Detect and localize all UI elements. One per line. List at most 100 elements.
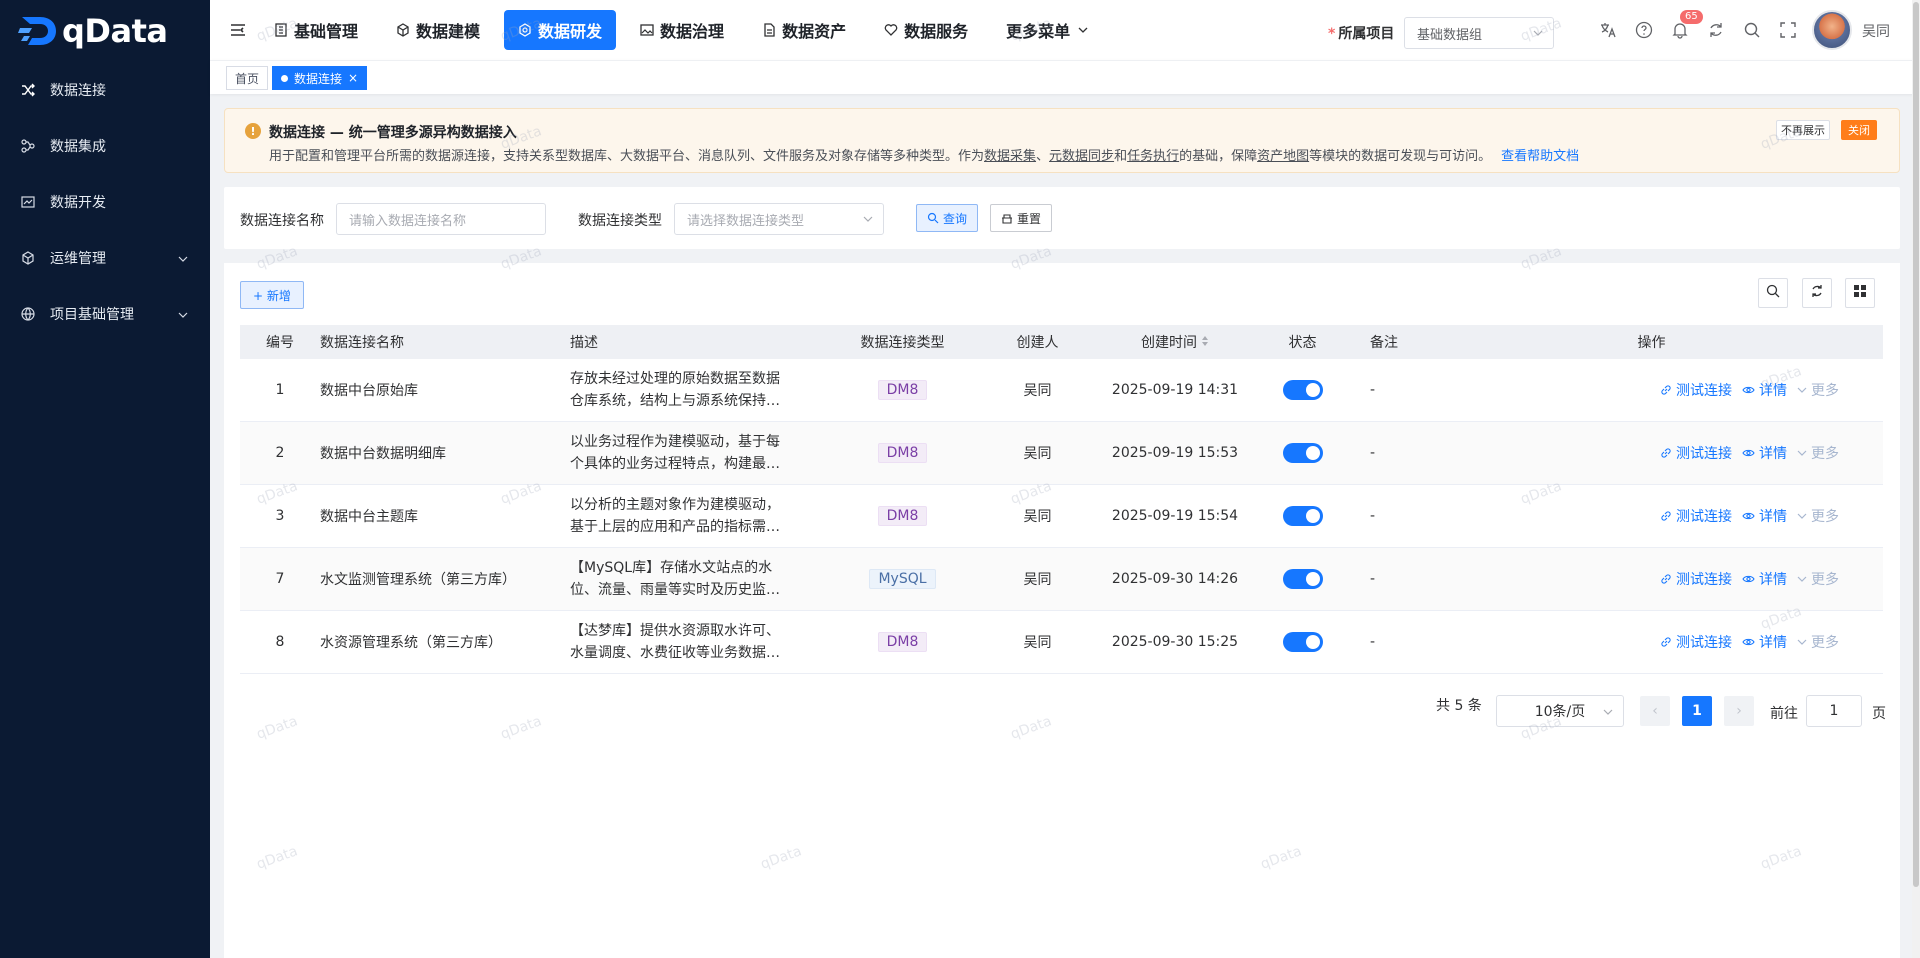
cell-creator: 吴同 <box>1023 635 1052 651</box>
notice-link-collection[interactable]: 数据采集 <box>984 149 1036 164</box>
prev-page-button[interactable]: ‹ <box>1640 696 1670 726</box>
tab-data-connection[interactable]: 数据连接 × <box>272 66 368 90</box>
detail-button[interactable]: 详情 <box>1742 380 1787 400</box>
cell-type: DM8 <box>835 506 970 526</box>
goto-label: 前往 <box>1770 706 1798 722</box>
test-connection-button[interactable]: 测试连接 <box>1660 569 1732 589</box>
cell-type: MySQL <box>835 569 970 589</box>
add-button[interactable]: + 新增 <box>240 281 304 309</box>
bell-icon[interactable]: 65 <box>1662 10 1703 42</box>
status-toggle[interactable] <box>1282 569 1323 589</box>
more-button[interactable]: 更多 <box>1797 443 1839 463</box>
link-icon <box>1660 510 1672 522</box>
nav-basic-management[interactable]: 基础管理 <box>260 10 372 50</box>
close-icon[interactable]: × <box>348 71 358 85</box>
nav-data-assets[interactable]: 数据资产 <box>748 10 860 50</box>
cube-icon <box>20 250 36 266</box>
refresh-icon <box>1810 284 1824 302</box>
test-connection-button[interactable]: 测试连接 <box>1660 380 1732 400</box>
user-name[interactable]: 吴同 <box>1862 21 1890 41</box>
test-connection-button[interactable]: 测试连接 <box>1660 443 1732 463</box>
nav-data-governance[interactable]: 数据治理 <box>626 10 738 50</box>
col-no: 编号 <box>266 335 294 351</box>
sidebar: qData 数据连接 数据集成 数据开发 运维管理 项目基础管理 <box>0 0 210 958</box>
more-button[interactable]: 更多 <box>1797 506 1839 526</box>
type-select[interactable]: 请选择数据连接类型 <box>674 203 884 235</box>
notice-description: 用于配置和管理平台所需的数据源连接，支持关系型数据库、大数据平台、消息队列、文件… <box>269 145 1579 164</box>
cell-note: - <box>1370 508 1376 524</box>
status-toggle[interactable] <box>1282 632 1323 652</box>
collapse-menu-icon[interactable] <box>222 0 254 60</box>
col-time[interactable]: 创建时间 <box>1105 332 1245 352</box>
cell-no: 1 <box>275 382 285 398</box>
close-notice-button[interactable]: 关闭 <box>1841 120 1877 140</box>
next-page-button[interactable]: › <box>1724 696 1754 726</box>
notice-text: 、 <box>1036 149 1050 164</box>
search-toggle-button[interactable] <box>1758 278 1788 308</box>
test-connection-button[interactable]: 测试连接 <box>1660 506 1732 526</box>
query-button[interactable]: 查询 <box>916 204 979 232</box>
nav-more-menu[interactable]: 更多菜单 <box>992 10 1102 50</box>
translate-icon[interactable] <box>1590 18 1626 42</box>
notice-link-tasks[interactable]: 任务执行 <box>1127 149 1179 164</box>
search-icon[interactable] <box>1734 18 1770 42</box>
page-number-current[interactable]: 1 <box>1682 696 1712 726</box>
sidebar-item-connection[interactable]: 数据连接 <box>0 62 210 118</box>
detail-button[interactable]: 详情 <box>1742 443 1787 463</box>
sidebar-item-ops[interactable]: 运维管理 <box>0 230 210 286</box>
sidebar-item-project[interactable]: 项目基础管理 <box>0 286 210 342</box>
cell-status <box>1245 506 1360 526</box>
refresh-icon[interactable] <box>1698 18 1734 42</box>
sidebar-item-integration[interactable]: 数据集成 <box>0 118 210 174</box>
more-button[interactable]: 更多 <box>1797 569 1839 589</box>
page-scrollbar[interactable] <box>1912 0 1920 958</box>
project-select[interactable]: 基础数据组 <box>1404 17 1554 49</box>
fullscreen-icon[interactable] <box>1770 18 1806 42</box>
tab-home[interactable]: 首页 <box>226 66 269 90</box>
status-toggle[interactable] <box>1282 506 1323 526</box>
eye-icon <box>1742 384 1755 396</box>
status-toggle[interactable] <box>1282 380 1323 400</box>
sidebar-item-development[interactable]: 数据开发 <box>0 174 210 230</box>
help-icon[interactable] <box>1626 18 1662 42</box>
nav-data-modeling[interactable]: 数据建模 <box>382 10 494 50</box>
chevron-down-icon <box>1797 448 1807 458</box>
chevron-right-icon: › <box>1736 703 1742 719</box>
type-label: 数据连接类型 <box>578 213 662 229</box>
page-size-select[interactable]: 10条/页 <box>1496 695 1624 727</box>
notice-link-metadata[interactable]: 元数据同步 <box>1049 149 1114 164</box>
op-label: 测试连接 <box>1676 383 1732 399</box>
scrollbar-thumb[interactable] <box>1913 2 1919 887</box>
cell-ops: 测试连接 详情 更多 <box>1420 632 1883 652</box>
help-doc-link[interactable]: 查看帮助文档 <box>1501 149 1579 164</box>
notice-link-asset-map[interactable]: 资产地图 <box>1257 149 1309 164</box>
sort-icon[interactable] <box>1201 335 1209 351</box>
cell-name: 数据中台主题库 <box>320 509 418 525</box>
cell-note: - <box>1370 571 1376 587</box>
goto-page-input[interactable]: 1 <box>1806 695 1862 727</box>
name-input[interactable]: 请输入数据连接名称 <box>336 203 546 235</box>
detail-button[interactable]: 详情 <box>1742 506 1787 526</box>
columns-button[interactable] <box>1845 278 1875 308</box>
reset-button[interactable]: 重置 <box>990 204 1053 232</box>
detail-button[interactable]: 详情 <box>1742 569 1787 589</box>
op-label: 更多 <box>1811 572 1839 588</box>
more-button[interactable]: 更多 <box>1797 632 1839 652</box>
detail-button[interactable]: 详情 <box>1742 632 1787 652</box>
cell-time: 2025-09-19 14:31 <box>1111 382 1239 398</box>
test-connection-button[interactable]: 测试连接 <box>1660 632 1732 652</box>
dont-show-button[interactable]: 不再展示 <box>1776 120 1830 140</box>
nav-data-services[interactable]: 数据服务 <box>870 10 982 50</box>
more-button[interactable]: 更多 <box>1797 380 1839 400</box>
chevron-down-icon <box>1533 27 1543 42</box>
chevron-down-icon <box>1797 637 1807 647</box>
sidebar-item-label: 数据开发 <box>50 195 106 211</box>
type-tag: DM8 <box>877 380 928 400</box>
avatar[interactable] <box>1812 10 1852 50</box>
nav-data-development[interactable]: 数据研发 <box>504 10 617 50</box>
status-toggle[interactable] <box>1282 443 1323 463</box>
chevron-down-icon <box>178 252 188 268</box>
refresh-table-button[interactable] <box>1802 278 1832 308</box>
notice-banner: ! 数据连接 — 统一管理多源异构数据接入 用于配置和管理平台所需的数据源连接，… <box>224 108 1900 173</box>
logo[interactable]: qData <box>0 0 210 62</box>
